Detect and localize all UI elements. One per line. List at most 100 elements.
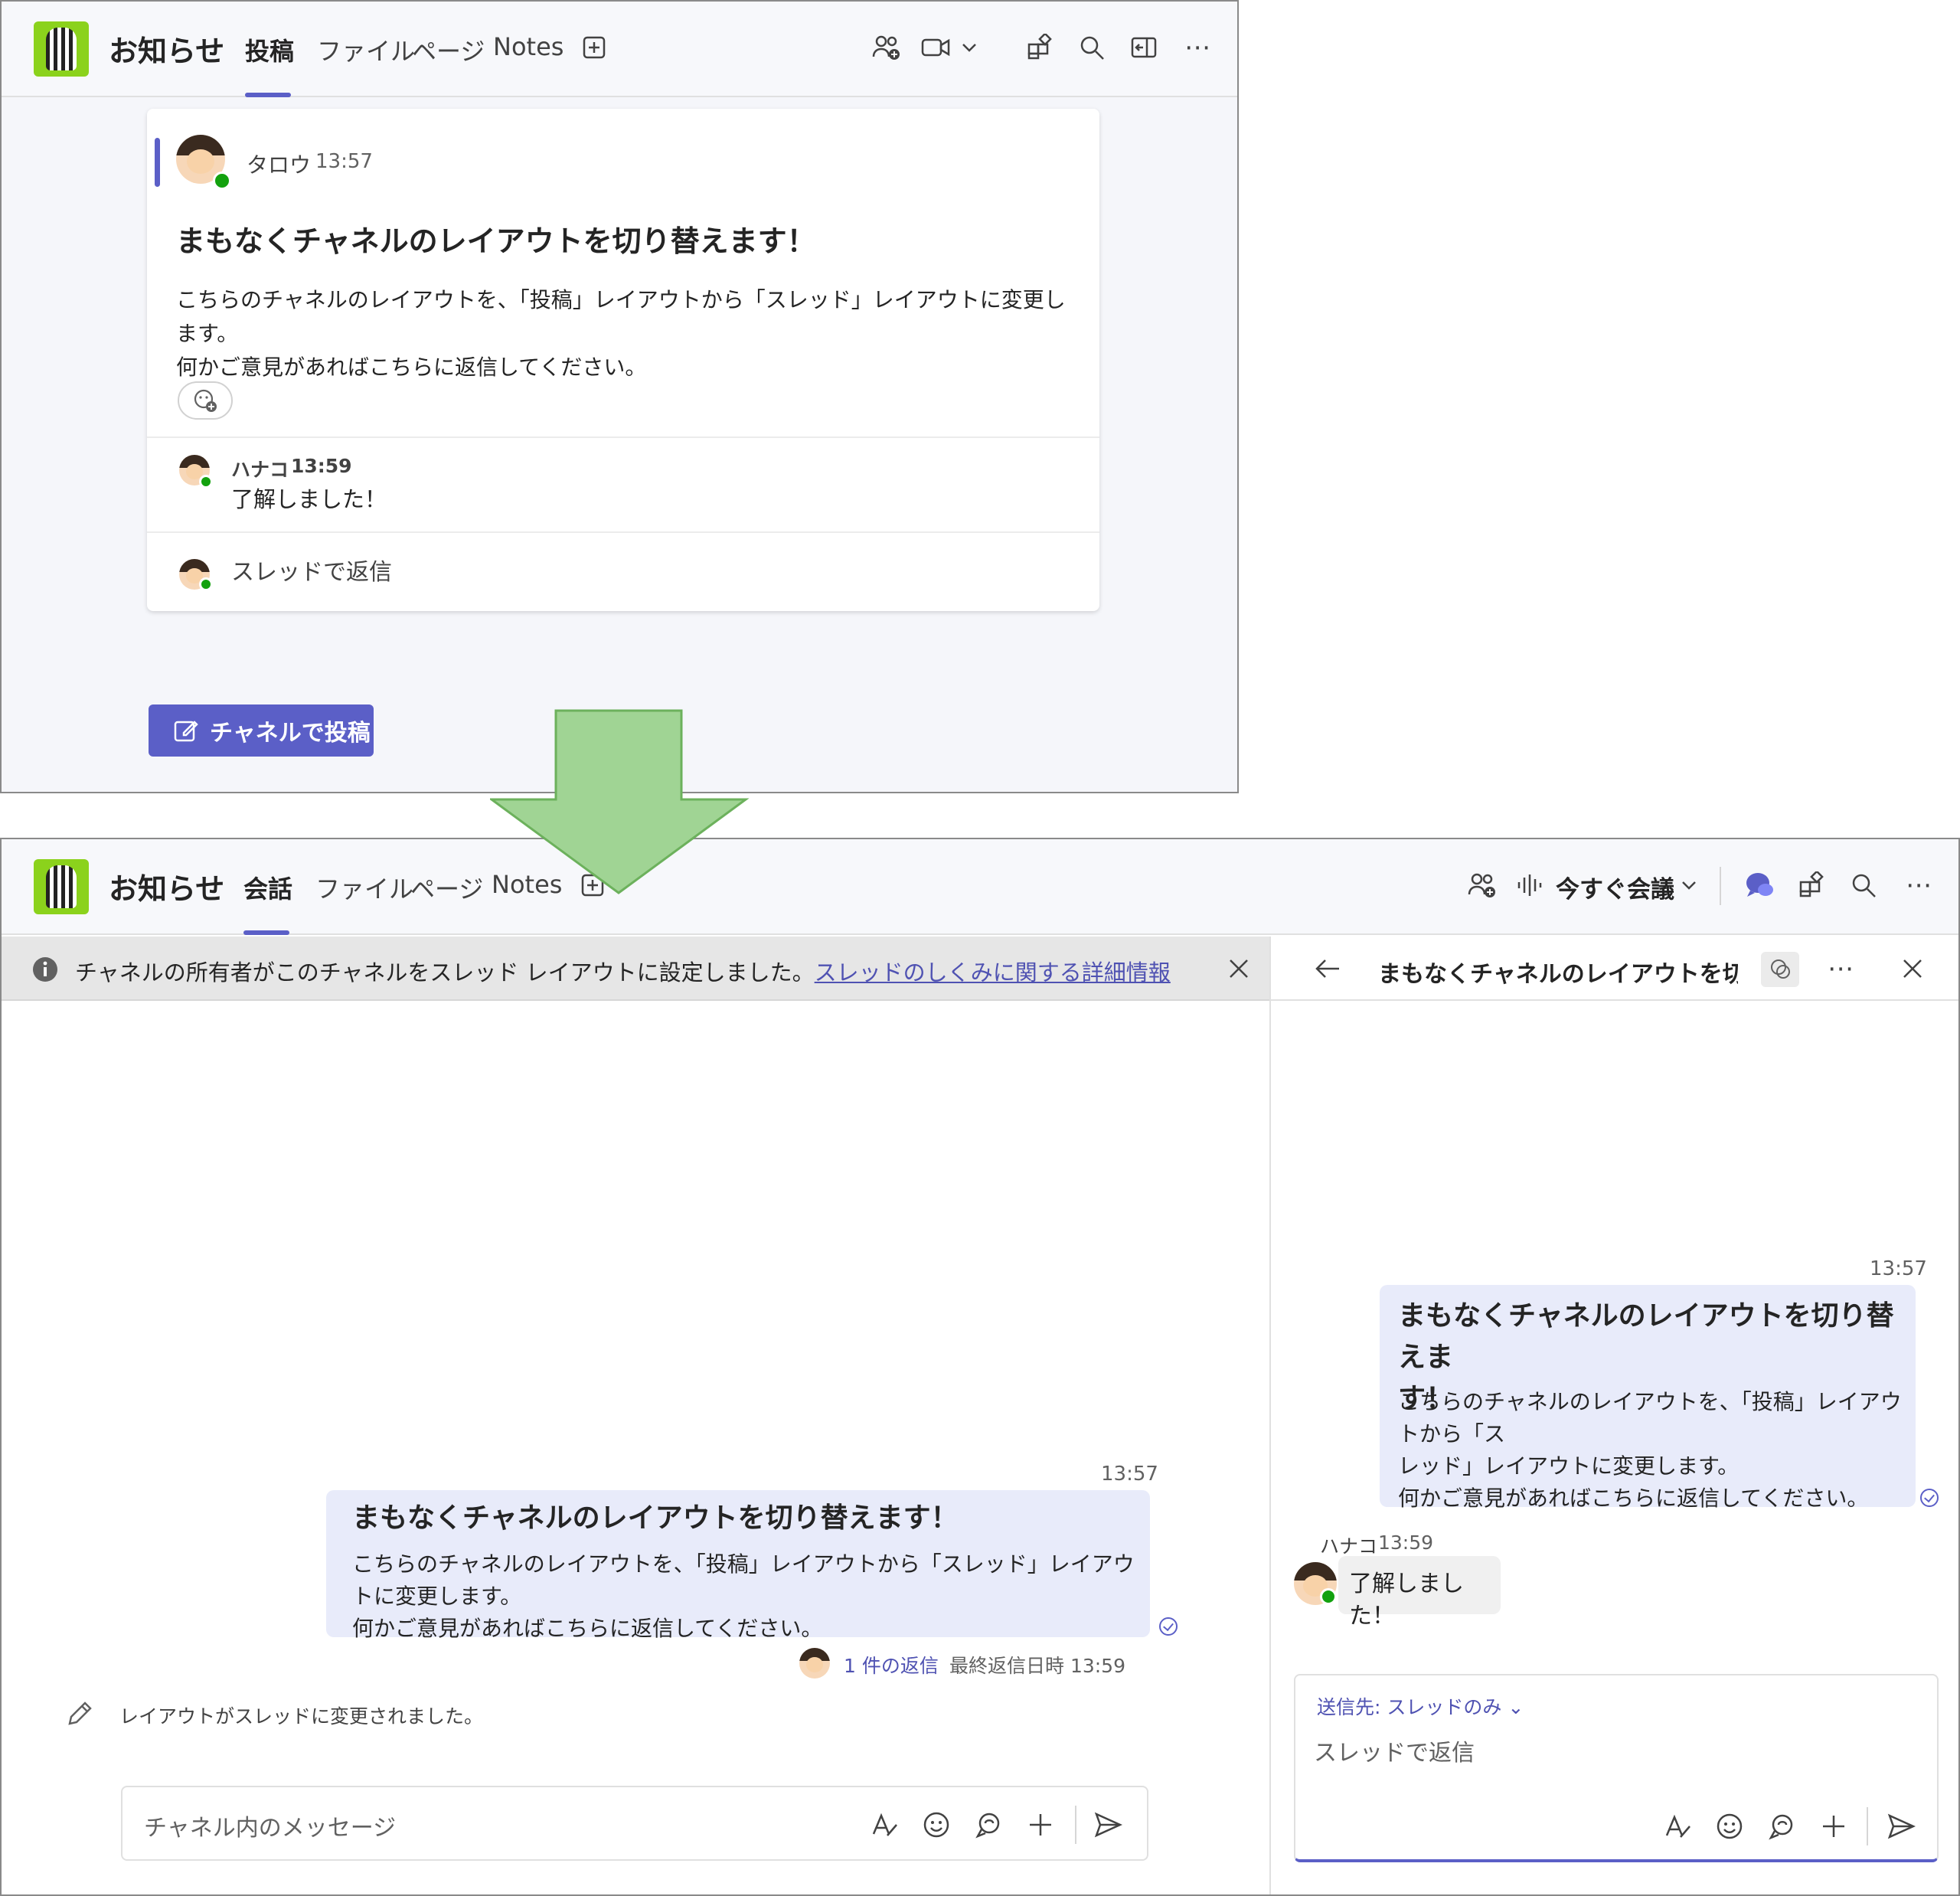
thread-title: まもなくチャネルのレイアウトを切り替えます！ xyxy=(1378,961,1738,988)
close-icon[interactable] xyxy=(1897,953,1928,984)
search-icon[interactable] xyxy=(1848,870,1879,901)
thread-reply-text: 了解しました！ xyxy=(1349,1571,1464,1630)
info-icon xyxy=(32,956,58,982)
thread-reply-author[interactable]: ハナコ xyxy=(1320,1532,1377,1559)
post-accent-bar xyxy=(155,138,160,187)
add-icon[interactable] xyxy=(1815,1807,1853,1845)
thread-reply-bubble[interactable]: 了解しました！ xyxy=(1338,1556,1501,1630)
compose-icon xyxy=(174,721,198,742)
emoji-add-icon xyxy=(194,389,217,412)
message-bubble[interactable]: まもなくチャネルのレイアウトを切り替えます！ こちらのチャネルのレイアウトを、「… xyxy=(326,1490,1150,1641)
chevron-down-icon[interactable] xyxy=(957,35,982,60)
tab-pages[interactable]: ページ xyxy=(410,870,483,905)
format-icon[interactable] xyxy=(1658,1807,1697,1845)
chevron-down-icon[interactable] xyxy=(1677,873,1701,897)
more-icon[interactable]: ⋯ xyxy=(1903,870,1934,901)
reply-author-avatar xyxy=(799,1648,830,1679)
close-icon[interactable] xyxy=(1225,955,1253,982)
reply-time: 13:59 xyxy=(291,455,352,477)
popout-chat-icon[interactable] xyxy=(1761,952,1799,987)
post-body: こちらのチャネルのレイアウトを、「投稿」レイアウトから「スレッド」レイアウトに変… xyxy=(176,287,1066,380)
presence-available-icon xyxy=(213,172,231,190)
people-add-icon[interactable] xyxy=(871,32,902,63)
apps-icon[interactable] xyxy=(1796,870,1827,901)
tab-posts[interactable]: 投稿 xyxy=(245,32,294,67)
tab-pages[interactable]: ページ xyxy=(412,32,485,67)
emoji-icon[interactable] xyxy=(1710,1807,1749,1845)
channel-compose-box[interactable]: チャネル内のメッセージ xyxy=(121,1786,1148,1861)
post-author[interactable]: タロウ xyxy=(247,149,311,179)
apps-icon[interactable] xyxy=(1024,32,1055,63)
pencil-icon xyxy=(64,1698,95,1729)
post-subject: まもなくチャネルのレイアウトを切り替えます！ xyxy=(176,224,816,258)
panel-icon[interactable] xyxy=(1129,32,1159,63)
chat-icon[interactable] xyxy=(1744,870,1775,901)
reply-in-thread-button[interactable]: スレッドで返信 xyxy=(231,556,392,590)
back-arrow-icon[interactable] xyxy=(1312,953,1343,984)
audio-wave-icon[interactable] xyxy=(1516,870,1544,901)
reply-count-link[interactable]: 1 件の返信 xyxy=(844,1651,939,1679)
presence-available-icon xyxy=(199,577,213,591)
transition-arrow-icon xyxy=(490,709,750,894)
new-post-label: チャネルで投稿 xyxy=(210,720,371,747)
channel-title: お知らせ xyxy=(109,872,225,906)
post-time: 13:57 xyxy=(315,150,373,173)
chevron-down-icon: ⌄ xyxy=(1508,1696,1524,1718)
loop-icon[interactable] xyxy=(1762,1807,1801,1845)
message-time: 13:57 xyxy=(1101,1463,1158,1486)
message-body: こちらのチャネルのレイアウトを、「投稿」レイアウトから「スレッド」レイアウトに変… xyxy=(352,1551,1135,1641)
tab-files[interactable]: ファイル xyxy=(315,870,413,905)
channel-title: お知らせ xyxy=(109,34,225,68)
toolbar-divider xyxy=(1867,1807,1868,1845)
read-receipt-icon xyxy=(1920,1489,1939,1507)
active-tab-indicator xyxy=(243,930,289,935)
channel-header: お知らせ 投稿 ファイル ページ Notes ⋯ xyxy=(2,2,1237,97)
presence-available-icon xyxy=(1320,1588,1337,1605)
send-icon[interactable] xyxy=(1882,1807,1920,1845)
reply-text: 了解しました！ xyxy=(231,486,387,512)
thread-compose-placeholder: スレッドで返信 xyxy=(1314,1740,1475,1767)
pane-divider xyxy=(1269,937,1271,1894)
new-post-button[interactable]: チャネルで投稿 xyxy=(149,704,374,757)
divider xyxy=(147,531,1099,533)
toolbar-divider xyxy=(1075,1806,1076,1844)
system-notice: レイアウトがスレッドに変更されました。 xyxy=(119,1705,484,1728)
thread-message-body: こちらのチャネルのレイアウトを、「投稿」レイアウトから「ス レッド」レイアウトに… xyxy=(1398,1389,1902,1511)
send-to-selector[interactable]: 送信先: スレッドのみ ⌄ xyxy=(1317,1692,1524,1720)
layout-info-banner: チャネルの所有者がこのチャネルをスレッド レイアウトに設定しました。スレッドのし… xyxy=(2,937,1269,1001)
more-icon[interactable]: ⋯ xyxy=(1825,953,1856,984)
thread-message-bubble[interactable]: まもなくチャネルのレイアウトを切り替えま す！ こちらのチャネルのレイアウトを、… xyxy=(1380,1285,1916,1511)
presence-available-icon xyxy=(199,475,213,489)
video-icon[interactable] xyxy=(920,32,951,63)
thread-compose-box[interactable]: 送信先: スレッドのみ ⌄ スレッドで返信 xyxy=(1294,1674,1939,1862)
tab-conversations[interactable]: 会話 xyxy=(243,870,292,905)
channel-header: お知らせ 会話 ファイル ページ Notes 今すぐ会議 ⋯ xyxy=(2,839,1958,935)
divider xyxy=(147,436,1099,438)
toolbar-divider xyxy=(1720,867,1721,905)
old-layout-window: お知らせ 投稿 ファイル ページ Notes ⋯ タロウ 13:57 まもなくチ… xyxy=(0,0,1239,793)
reply-author[interactable]: ハナコ xyxy=(231,455,289,482)
meet-now-button[interactable]: 今すぐ会議 xyxy=(1556,870,1674,904)
loop-icon[interactable] xyxy=(969,1806,1008,1844)
post-card: タロウ 13:57 まもなくチャネルのレイアウトを切り替えます！ こちらのチャネ… xyxy=(147,109,1099,611)
add-icon[interactable] xyxy=(1021,1806,1060,1844)
thread-reply-time: 13:59 xyxy=(1378,1532,1434,1554)
add-tab-icon[interactable] xyxy=(580,34,608,61)
people-add-icon[interactable] xyxy=(1467,870,1498,901)
search-icon[interactable] xyxy=(1076,32,1107,63)
emoji-icon[interactable] xyxy=(917,1806,956,1844)
message-subject: まもなくチャネルのレイアウトを切り替えます！ xyxy=(352,1502,959,1534)
add-reaction-button[interactable] xyxy=(178,381,233,420)
more-icon[interactable]: ⋯ xyxy=(1182,32,1213,63)
learn-more-link[interactable]: スレッドのしくみに関する詳細情報 xyxy=(815,959,1171,986)
thread-pane-header: まもなくチャネルのレイアウトを切り替えます！ ⋯ xyxy=(1271,937,1958,1001)
thread-layout-window: お知らせ 会話 ファイル ページ Notes 今すぐ会議 ⋯ チャネルの所有者が… xyxy=(0,838,1960,1896)
banner-message: チャネルの所有者がこのチャネルをスレッド レイアウトに設定しました。スレッドのし… xyxy=(75,959,1171,986)
send-icon[interactable] xyxy=(1089,1806,1127,1844)
channel-avatar xyxy=(34,21,89,77)
tab-notes[interactable]: Notes xyxy=(493,32,564,61)
channel-avatar xyxy=(34,859,89,914)
thread-message-time: 13:57 xyxy=(1870,1257,1927,1280)
format-icon[interactable] xyxy=(865,1806,903,1844)
tab-files[interactable]: ファイル xyxy=(317,32,415,67)
